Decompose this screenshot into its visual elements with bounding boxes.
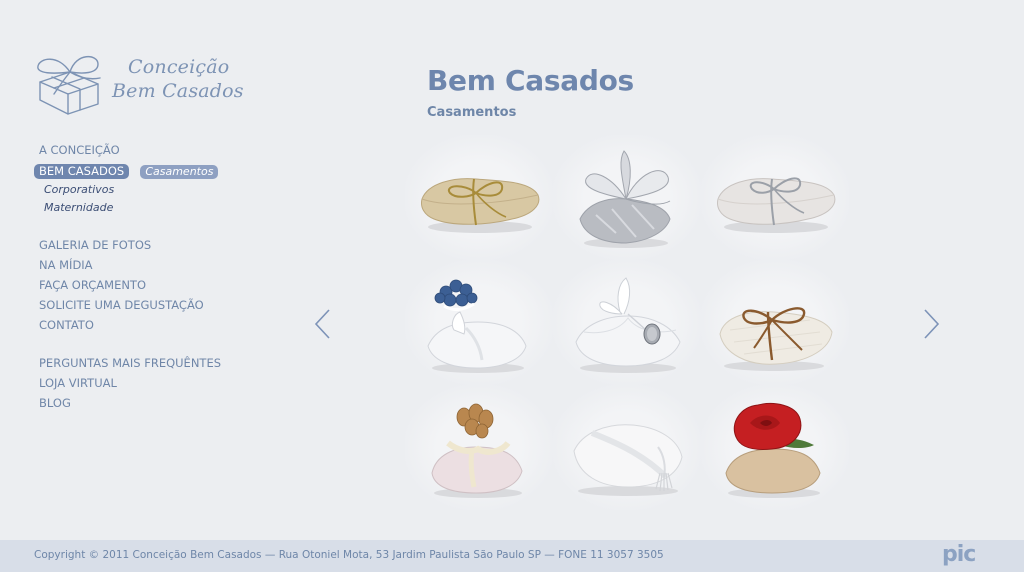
chevron-right-icon[interactable] [920, 308, 942, 340]
chevron-left-icon[interactable] [312, 308, 334, 340]
pic-credit-logo[interactable]: pic [942, 542, 976, 567]
product-gallery [405, 135, 849, 510]
nav-item-contato[interactable]: CONTATO [34, 315, 264, 335]
product-thumbnail[interactable] [405, 135, 553, 260]
white-linen-silver-ribbon-favor-icon [717, 176, 836, 233]
page-title: Bem Casados [427, 64, 634, 97]
beige-favor-red-rose-icon [725, 402, 821, 498]
product-thumbnail[interactable] [553, 135, 701, 260]
product-thumbnail[interactable] [701, 135, 849, 260]
product-thumbnail[interactable] [405, 385, 553, 510]
white-favor-blue-flowers-icon [427, 279, 527, 373]
gift-box-icon [37, 56, 101, 115]
product-thumbnail[interactable] [553, 260, 701, 385]
nav-item-blog[interactable]: BLOG [34, 393, 264, 413]
nav-item-loja-virtual[interactable]: LOJA VIRTUAL [34, 373, 264, 393]
product-thumbnail[interactable] [553, 385, 701, 510]
brand-name-line2: Bem Casados [112, 80, 244, 102]
pink-favor-cork-flower-icon [431, 403, 523, 498]
footer: Copyright © 2011 Conceição Bem Casados —… [0, 540, 1024, 572]
page-subtitle: Casamentos [427, 105, 517, 120]
burlap-gold-ribbon-favor-icon [421, 177, 540, 233]
nav-item-orcamento[interactable]: FAÇA ORÇAMENTO [34, 275, 264, 295]
nav-subitem-corporativos[interactable]: Corporativos [34, 181, 264, 199]
nav-subitem-maternidade[interactable]: Maternidade [34, 199, 264, 217]
product-thumbnail[interactable] [701, 260, 849, 385]
cream-favor-brown-cord-icon [719, 306, 833, 371]
nav-item-degustacao[interactable]: SOLICITE UMA DEGUSTAÇÃO [34, 295, 264, 315]
silver-organza-favor-icon [579, 149, 671, 248]
product-thumbnail[interactable] [701, 385, 849, 510]
nav-subitem-casamentos[interactable]: Casamentos [140, 165, 219, 179]
product-thumbnail[interactable] [405, 260, 553, 385]
nav-item-faq[interactable]: PERGUNTAS MAIS FREQUÊNTES [34, 353, 264, 373]
main-nav: A CONCEIÇÃO BEM CASADOS Casamentos Corpo… [34, 140, 264, 413]
nav-item-bem-casados[interactable]: BEM CASADOS [34, 164, 130, 179]
nav-item-na-midia[interactable]: NA MÍDIA [34, 255, 264, 275]
white-satin-tassel-favor-icon [573, 423, 683, 496]
white-favor-medal-icon [575, 276, 681, 373]
footer-copyright: Copyright © 2011 Conceição Bem Casados —… [34, 549, 664, 561]
brand-name-line1: Conceição [128, 56, 230, 78]
nav-item-a-conceicao[interactable]: A CONCEIÇÃO [34, 140, 264, 160]
brand-logo[interactable]: Conceição Bem Casados [32, 48, 244, 120]
nav-item-galeria[interactable]: GALERIA DE FOTOS [34, 235, 264, 255]
